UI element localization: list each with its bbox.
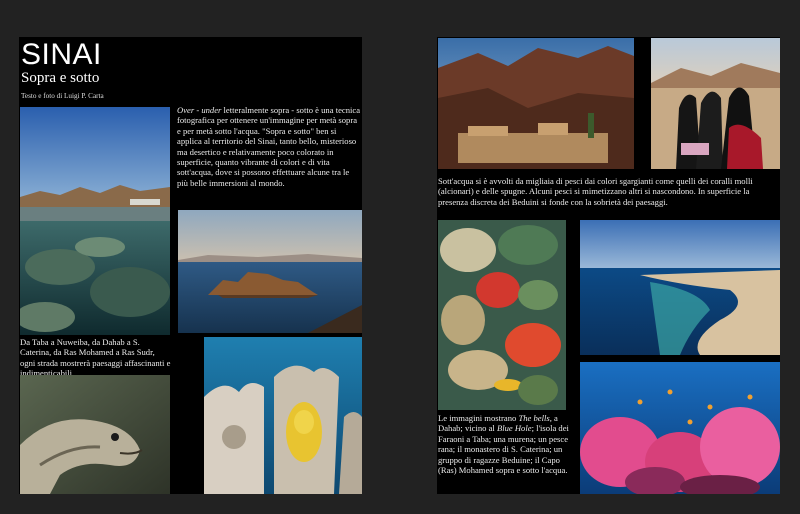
intro-text-block: Over - under letteralmente sopra - sotto…	[177, 105, 362, 188]
photo-pharaoh-island	[178, 210, 362, 333]
photo-ras-mohamed-above	[580, 220, 780, 355]
caption-italic-blue-hole: Blue Hole	[496, 423, 532, 434]
caption-italic-the-bells: The bells	[518, 413, 550, 423]
left-page: SINAI Sopra e sotto Testo e foto di Luig…	[19, 37, 362, 494]
photo-over-under-bells	[20, 107, 170, 335]
photo-bedouin-girls	[651, 38, 780, 169]
intro-text: letteralmente sopra - sotto è una tecnic…	[177, 105, 361, 188]
article-subtitle: Sopra e sotto	[21, 70, 100, 86]
photo-moray-eel	[20, 375, 170, 494]
right-caption: Le immagini mostrano The bells, a Dahab;…	[438, 413, 573, 475]
right-page: Sott'acqua si è avvolti da migliaia di p…	[437, 37, 780, 494]
photo-corals-sponges	[438, 220, 566, 410]
intro-italic: Over - under	[177, 105, 222, 115]
photo-ras-mohamed-underwater	[580, 362, 780, 494]
byline: Testo e foto di Luigi P. Carta	[21, 92, 104, 100]
article-title: SINAI	[21, 38, 102, 71]
photo-st-catherine-monastery	[438, 38, 634, 169]
caption-part: Le immagini mostrano	[438, 413, 519, 423]
photo-frogfish	[204, 337, 362, 494]
right-paragraph: Sott'acqua si è avvolti da migliaia di p…	[438, 176, 753, 207]
left-caption: Da Taba a Nuweiba, da Dahab a S. Caterin…	[20, 337, 171, 379]
